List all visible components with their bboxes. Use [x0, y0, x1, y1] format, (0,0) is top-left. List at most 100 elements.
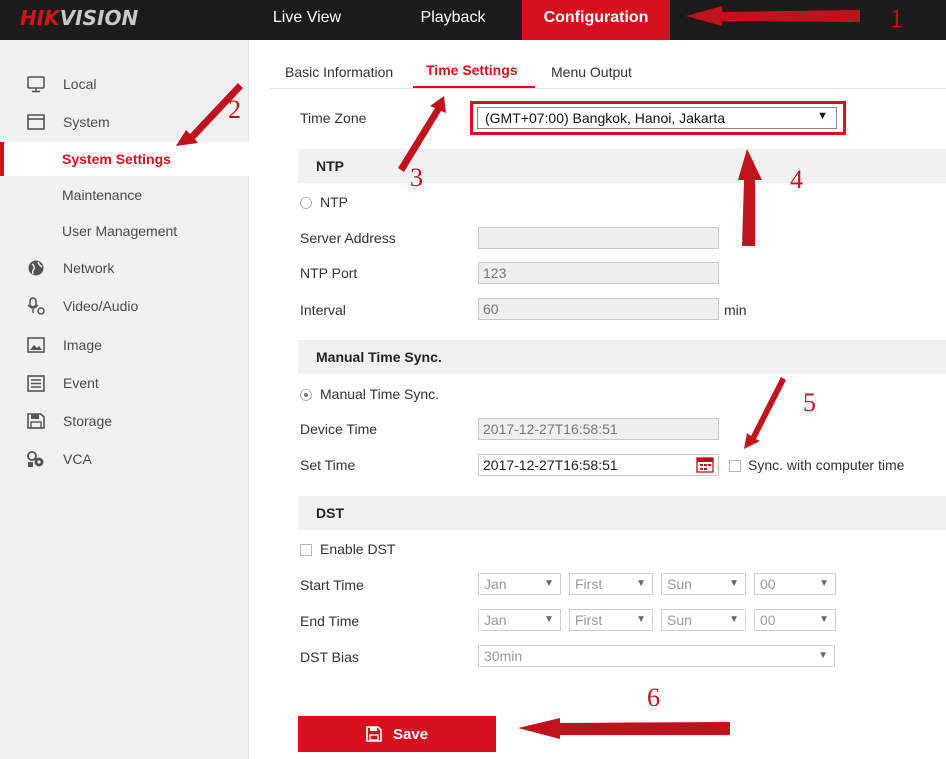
end-day-select[interactable]: Sun ▼ — [661, 609, 746, 631]
sidebar-item-label: Image — [63, 337, 102, 353]
ntp-option-label: NTP — [320, 194, 348, 210]
dropdown-arrow-icon: ▼ — [729, 614, 739, 625]
time-zone-select[interactable]: (GMT+07:00) Bangkok, Hanoi, Jakarta ▼ — [477, 107, 837, 129]
ntp-port-field[interactable]: 123 — [478, 262, 719, 284]
manual-sync-section-header: Manual Time Sync. — [298, 340, 946, 374]
sync-computer-time-label: Sync. with computer time — [748, 457, 905, 473]
sidebar-item-label: System — [63, 114, 110, 130]
tab-menu-output[interactable]: Menu Output — [551, 58, 632, 88]
dropdown-arrow-icon: ▼ — [819, 614, 829, 625]
hikvision-logo: HIKVISION — [20, 6, 138, 30]
enable-dst-checkbox[interactable] — [300, 544, 312, 556]
sync-computer-time-checkbox[interactable] — [729, 460, 741, 472]
sidebar-item-label: User Management — [62, 223, 178, 239]
dropdown-arrow-icon: ▼ — [544, 578, 554, 589]
sidebar-item-label: Storage — [63, 413, 113, 429]
interval-label: Interval — [300, 302, 346, 318]
select-value: First — [575, 576, 603, 592]
select-value: 00 — [760, 576, 776, 592]
image-icon — [27, 337, 45, 353]
annotation-number-3: 3 — [410, 163, 423, 192]
globe-icon — [28, 260, 44, 276]
dropdown-arrow-icon: ▼ — [817, 110, 828, 122]
microphone-camera-icon — [27, 297, 45, 315]
ntp-radio[interactable] — [300, 197, 312, 209]
time-zone-label: Time Zone — [300, 110, 367, 126]
sidebar-item-label: Event — [63, 375, 99, 391]
sidebar-item-system-settings[interactable]: System Settings — [0, 142, 249, 176]
sidebar-item-user-management[interactable]: User Management — [0, 214, 249, 248]
nav-live-view[interactable]: Live View — [252, 0, 362, 40]
start-week-select[interactable]: First ▼ — [569, 573, 653, 595]
start-hour-select[interactable]: 00 ▼ — [754, 573, 836, 595]
device-time-label: Device Time — [300, 421, 378, 437]
dropdown-arrow-icon: ▼ — [818, 650, 828, 661]
sidebar-item-label: Video/Audio — [63, 298, 139, 314]
dropdown-arrow-icon: ▼ — [544, 614, 554, 625]
sidebar-item-network[interactable]: Network — [0, 251, 249, 285]
sidebar-item-vca[interactable]: VCA — [0, 442, 249, 476]
sidebar-item-label: System Settings — [62, 151, 171, 167]
sidebar-item-maintenance[interactable]: Maintenance — [0, 178, 249, 212]
server-address-label: Server Address — [300, 230, 396, 246]
ntp-port-label: NTP Port — [300, 265, 358, 281]
save-button[interactable]: Save — [298, 716, 496, 752]
sidebar-item-image[interactable]: Image — [0, 328, 249, 362]
server-address-field[interactable] — [478, 227, 719, 249]
time-zone-value: (GMT+07:00) Bangkok, Hanoi, Jakarta — [485, 110, 726, 126]
sidebar-item-storage[interactable]: Storage — [0, 404, 249, 438]
end-week-select[interactable]: First ▼ — [569, 609, 653, 631]
dst-section-header: DST — [298, 496, 946, 530]
annotation-number-5: 5 — [803, 388, 816, 417]
dropdown-arrow-icon: ▼ — [636, 578, 646, 589]
ntp-section-header: NTP — [298, 149, 946, 183]
save-icon — [366, 726, 382, 742]
logo-vision-text: VISION — [59, 6, 139, 30]
interval-field[interactable]: 60 — [478, 298, 719, 320]
select-value: Sun — [667, 576, 692, 592]
interval-unit: min — [724, 302, 747, 318]
set-time-field[interactable]: 2017-12-27T16:58:51 — [478, 454, 719, 476]
save-button-label: Save — [393, 726, 429, 743]
logo-hik-text: HIK — [20, 6, 60, 30]
annotation-number-4: 4 — [790, 165, 803, 194]
top-navigation-bar: HIKVISION Live View Playback Configurati… — [0, 0, 946, 40]
dropdown-arrow-icon: ▼ — [636, 614, 646, 625]
dst-bias-select[interactable]: 30min ▼ — [478, 645, 835, 667]
start-day-select[interactable]: Sun ▼ — [661, 573, 746, 595]
sidebar-item-label: Maintenance — [62, 187, 143, 203]
annotation-arrow-5 — [744, 377, 786, 449]
nav-configuration[interactable]: Configuration — [522, 0, 670, 40]
sidebar-item-event[interactable]: Event — [0, 366, 249, 400]
section-title: Manual Time Sync. — [316, 349, 442, 365]
sidebar-item-label: Network — [63, 260, 115, 276]
tab-basic-information[interactable]: Basic Information — [285, 58, 393, 88]
end-month-select[interactable]: Jan ▼ — [478, 609, 561, 631]
select-value: Sun — [667, 612, 692, 628]
tab-time-settings[interactable]: Time Settings — [413, 58, 535, 88]
dropdown-arrow-icon: ▼ — [819, 578, 829, 589]
section-title: NTP — [316, 158, 344, 174]
device-time-field: 2017-12-27T16:58:51 — [478, 418, 719, 440]
tab-label: Basic Information — [285, 64, 394, 80]
section-title: DST — [316, 505, 344, 521]
calendar-event-icon — [27, 375, 45, 392]
floppy-disk-icon — [27, 413, 45, 429]
select-value: Jan — [484, 612, 507, 628]
vca-icon — [27, 451, 44, 467]
dst-bias-label: DST Bias — [300, 649, 359, 665]
calendar-picker-icon[interactable] — [696, 456, 714, 473]
select-value: 00 — [760, 612, 776, 628]
sidebar-item-video-audio[interactable]: Video/Audio — [0, 289, 249, 323]
tab-label: Time Settings — [426, 62, 518, 78]
sidebar-item-local[interactable]: Local — [0, 67, 249, 101]
sidebar-item-system[interactable]: System — [0, 105, 249, 139]
start-month-select[interactable]: Jan ▼ — [478, 573, 561, 595]
end-hour-select[interactable]: 00 ▼ — [754, 609, 836, 631]
nav-playback[interactable]: Playback — [398, 0, 508, 40]
annotation-number-6: 6 — [647, 683, 660, 712]
manual-sync-option-label: Manual Time Sync. — [320, 386, 440, 402]
start-time-label: Start Time — [300, 577, 364, 593]
manual-sync-radio[interactable] — [300, 389, 312, 401]
tab-label: Menu Output — [551, 64, 632, 80]
